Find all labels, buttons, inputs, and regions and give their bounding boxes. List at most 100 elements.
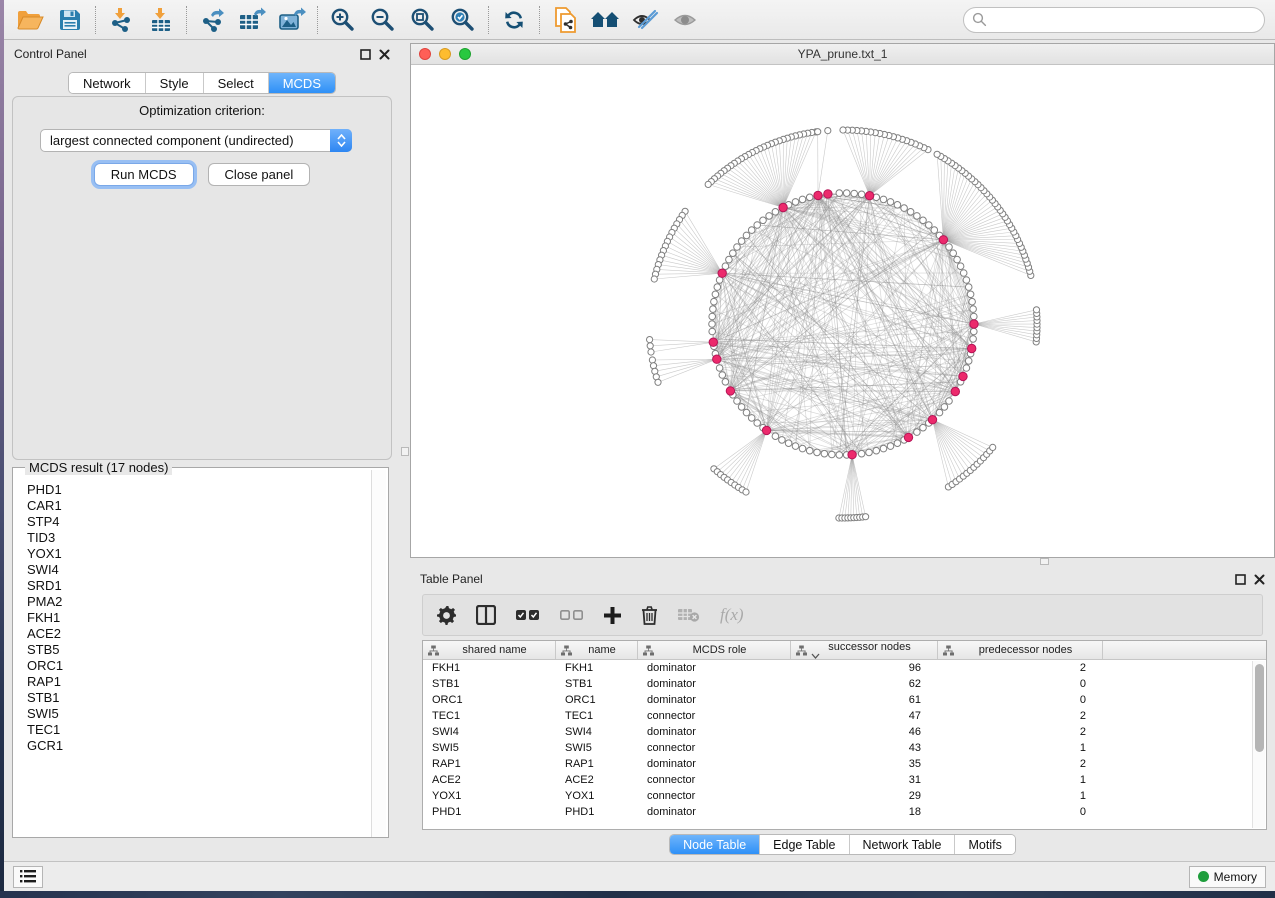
network-node[interactable] [941,404,948,411]
show-all-icon[interactable] [665,3,705,37]
network-node[interactable] [743,409,750,416]
column-header-name[interactable]: name [556,641,638,659]
table-cell[interactable]: TEC1 [423,708,556,724]
network-node[interactable] [806,194,813,201]
table-cell[interactable]: dominator [638,692,791,708]
table-cell[interactable]: 96 [791,660,938,676]
table-cell[interactable]: connector [638,788,791,804]
network-node[interactable] [734,398,741,405]
network-node[interactable] [926,222,933,229]
vertical-splitter-handle[interactable] [401,447,409,456]
table-cell[interactable]: 18 [791,804,938,820]
tab-motifs[interactable]: Motifs [955,835,1014,854]
table-row[interactable]: TEC1TEC1connector472 [423,708,1266,724]
run-mcds-button[interactable]: Run MCDS [94,163,194,186]
network-node[interactable] [748,415,755,422]
table-cell[interactable]: connector [638,772,791,788]
network-node[interactable] [716,365,723,372]
table-settings-gear-icon[interactable] [437,606,456,625]
search-input[interactable] [987,13,1256,27]
network-node[interactable] [772,209,779,216]
table-cell[interactable]: dominator [638,804,791,820]
deselect-all-icon[interactable] [560,609,584,621]
table-cell[interactable]: ORC1 [556,692,638,708]
network-node[interactable] [710,306,717,313]
network-leaf-node[interactable] [743,489,749,495]
network-node[interactable] [814,449,821,456]
network-node[interactable] [901,205,908,212]
table-cell[interactable]: 43 [791,740,938,756]
network-leaf-node[interactable] [990,444,996,450]
network-mcds-hub-node[interactable] [939,236,947,244]
network-node[interactable] [920,424,927,431]
network-node[interactable] [748,227,755,234]
network-node[interactable] [971,328,978,335]
network-mcds-hub-node[interactable] [718,269,726,277]
table-row[interactable]: RAP1RAP1dominator352 [423,756,1266,772]
zoom-selected-icon[interactable] [443,3,483,37]
network-node[interactable] [709,328,716,335]
export-image-icon[interactable] [272,3,312,37]
table-row[interactable]: YOX1YOX1connector291 [423,788,1266,804]
network-leaf-node[interactable] [651,276,657,282]
mcds-result-item[interactable]: SWI5 [27,706,371,722]
table-cell[interactable]: SWI5 [556,740,638,756]
mcds-result-scrollbar[interactable] [371,470,386,837]
table-cell[interactable]: dominator [638,676,791,692]
network-node[interactable] [965,358,972,365]
network-node[interactable] [766,213,773,220]
network-node[interactable] [967,291,974,298]
network-leaf-node[interactable] [1033,307,1039,313]
network-mcds-hub-node[interactable] [968,344,976,352]
network-node[interactable] [914,213,921,220]
network-node[interactable] [714,284,721,291]
network-node[interactable] [738,404,745,411]
mcds-result-item[interactable]: PMA2 [27,594,371,610]
mcds-result-item[interactable]: FKH1 [27,610,371,626]
tab-select[interactable]: Select [204,73,269,93]
network-window-titlebar[interactable]: YPA_prune.txt_1 [411,44,1274,65]
network-node[interactable] [743,232,750,239]
table-cell[interactable]: FKH1 [423,660,556,676]
network-node[interactable] [843,190,850,197]
network-node[interactable] [719,372,726,379]
network-node[interactable] [754,222,761,229]
network-leaf-node[interactable] [647,337,653,343]
table-cell[interactable]: 31 [791,772,938,788]
export-table-icon[interactable] [232,3,272,37]
network-node[interactable] [738,238,745,245]
network-node[interactable] [963,365,970,372]
network-node[interactable] [914,429,921,436]
table-row[interactable]: FKH1FKH1dominator962 [423,660,1266,676]
network-node[interactable] [754,420,761,427]
network-node[interactable] [836,452,843,459]
table-cell[interactable]: SWI4 [556,724,638,740]
network-node[interactable] [963,277,970,284]
network-mcds-hub-node[interactable] [959,372,967,380]
mcds-result-item[interactable]: ACE2 [27,626,371,642]
table-cell[interactable]: dominator [638,756,791,772]
table-cell[interactable]: RAP1 [556,756,638,772]
table-cell[interactable]: RAP1 [423,756,556,772]
table-scrollbar-thumb[interactable] [1255,664,1264,752]
network-leaf-node[interactable] [815,129,821,135]
table-cell[interactable]: FKH1 [556,660,638,676]
network-node[interactable] [709,313,716,320]
close-panel-icon[interactable] [379,49,390,60]
network-mcds-hub-node[interactable] [779,203,787,211]
network-mcds-hub-node[interactable] [928,416,936,424]
table-cell[interactable]: 2 [938,660,1103,676]
network-node[interactable] [894,440,901,447]
network-leaf-node[interactable] [825,128,831,134]
show-column-panel-icon[interactable] [476,605,496,625]
network-node[interactable] [971,313,978,320]
table-cell[interactable]: 1 [938,740,1103,756]
table-cell[interactable]: 2 [938,756,1103,772]
network-node[interactable] [779,437,786,444]
network-node[interactable] [858,450,865,457]
network-node[interactable] [950,250,957,257]
search-field[interactable] [963,7,1265,33]
add-column-icon[interactable] [604,607,621,624]
mcds-result-item[interactable]: STP4 [27,514,371,530]
table-cell[interactable]: SWI4 [423,724,556,740]
